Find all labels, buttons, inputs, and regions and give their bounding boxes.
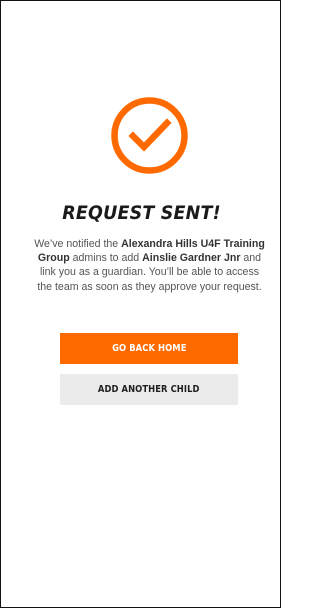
go-back-home-button[interactable]: GO BACK HOME bbox=[60, 333, 238, 364]
page-title: REQUEST SENT! bbox=[62, 202, 221, 224]
screen: REQUEST SENT! We’ve notified the Alexand… bbox=[0, 0, 281, 608]
message-text: admins to add bbox=[69, 252, 143, 265]
go-back-home-label: GO BACK HOME bbox=[111, 343, 187, 354]
child-name: Ainslie Gardner Jnr bbox=[142, 252, 241, 265]
checkmark-circle-icon bbox=[109, 95, 190, 176]
confirmation-message: We’ve notified the Alexandra Hills U4F T… bbox=[34, 237, 265, 294]
add-another-child-label: ADD ANOTHER CHILD bbox=[98, 384, 200, 395]
message-text: We’ve notified the bbox=[34, 238, 122, 250]
add-another-child-button[interactable]: ADD ANOTHER CHILD bbox=[60, 374, 238, 405]
